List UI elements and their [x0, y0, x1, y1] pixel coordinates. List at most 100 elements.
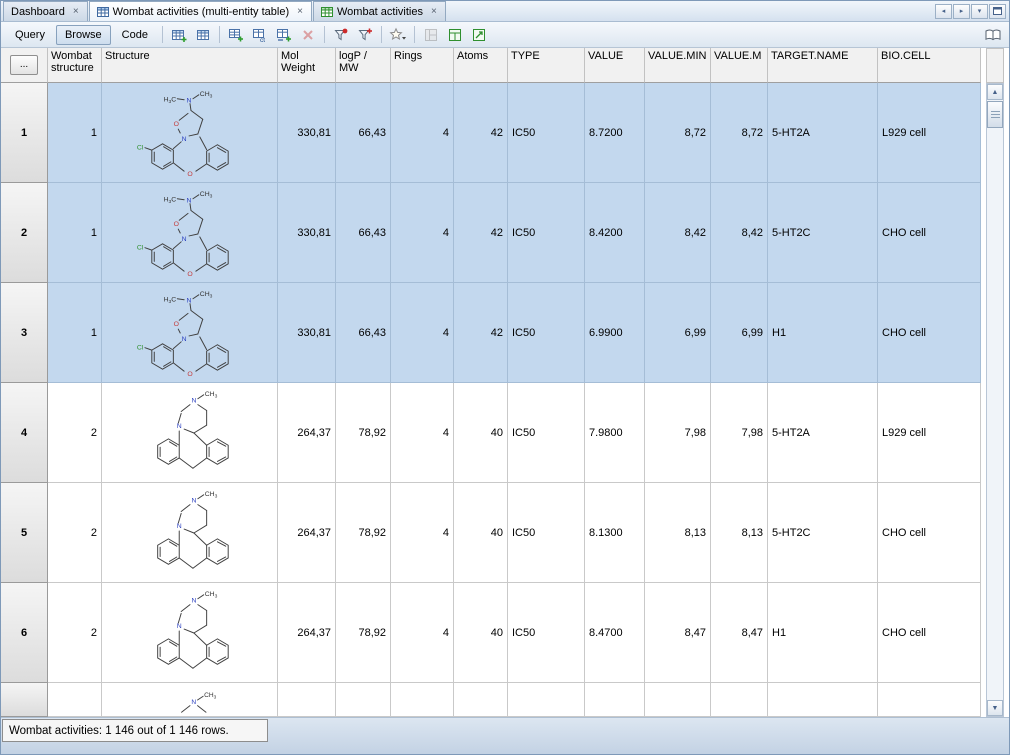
cell-type[interactable]: IC50: [508, 183, 585, 283]
cell-wombat-structure[interactable]: 2: [48, 383, 102, 483]
table-row[interactable]: 1 1 330,81 66,43 4 42 IC50 8.7200 8,72 8…: [1, 83, 981, 183]
cell-target-name[interactable]: H1: [768, 583, 878, 683]
cell-target-name[interactable]: [768, 683, 878, 717]
column-header-atoms[interactable]: Atoms: [454, 48, 508, 83]
cell-value[interactable]: 8.7200: [585, 83, 645, 183]
column-header-logp-mw[interactable]: logP / MW: [336, 48, 391, 83]
cell-value-min[interactable]: 8,13: [645, 483, 711, 583]
column-header-structure[interactable]: Structure: [102, 48, 278, 83]
column-header-value[interactable]: VALUE: [585, 48, 645, 83]
column-header-mol-weight[interactable]: Mol Weight: [278, 48, 336, 83]
scroll-tabs-left-icon[interactable]: ◂: [935, 3, 952, 19]
table-row[interactable]: 2 1 330,81 66,43 4 42 IC50 8.4200 8,42 8…: [1, 183, 981, 283]
row-header[interactable]: 5: [1, 483, 48, 583]
cell-value[interactable]: 8.1300: [585, 483, 645, 583]
maximize-window-icon[interactable]: [989, 3, 1006, 19]
cell-mol-weight[interactable]: 264,37: [278, 583, 336, 683]
column-header-value-min[interactable]: VALUE.MIN: [645, 48, 711, 83]
column-header-bio-cell[interactable]: BIO.CELL: [878, 48, 981, 83]
cell-logp-mw[interactable]: 66,43: [336, 183, 391, 283]
cell-type[interactable]: IC50: [508, 483, 585, 583]
cell-value[interactable]: 7.9800: [585, 383, 645, 483]
cell-target-name[interactable]: 5-HT2C: [768, 483, 878, 583]
cell-bio-cell[interactable]: [878, 683, 981, 717]
cell-atoms[interactable]: [454, 683, 508, 717]
cell-target-name[interactable]: 5-HT2C: [768, 183, 878, 283]
cell-value-max[interactable]: 6,99: [711, 283, 768, 383]
cell-value-max[interactable]: [711, 683, 768, 717]
close-icon[interactable]: ×: [296, 6, 304, 17]
close-icon[interactable]: ×: [72, 6, 80, 17]
cell-rings[interactable]: 4: [391, 383, 454, 483]
row-header[interactable]: 1: [1, 83, 48, 183]
cell-structure[interactable]: [102, 83, 278, 183]
tab-dashboard[interactable]: Dashboard ×: [3, 1, 88, 21]
cell-bio-cell[interactable]: CHO cell: [878, 583, 981, 683]
cell-mol-weight[interactable]: 330,81: [278, 83, 336, 183]
cell-atoms[interactable]: 40: [454, 483, 508, 583]
cell-target-name[interactable]: 5-HT2A: [768, 83, 878, 183]
add-row-icon[interactable]: [225, 24, 247, 45]
cell-wombat-structure[interactable]: 2: [48, 483, 102, 583]
column-header-wombat-structure[interactable]: Wombat structure: [48, 48, 102, 83]
cell-value[interactable]: 6.9900: [585, 283, 645, 383]
add-filter-icon[interactable]: [354, 24, 376, 45]
cell-value-max[interactable]: 8,47: [711, 583, 768, 683]
cell-wombat-structure[interactable]: [48, 683, 102, 717]
cell-target-name[interactable]: H1: [768, 283, 878, 383]
favorites-star-icon[interactable]: [387, 24, 409, 45]
cell-value-min[interactable]: 6,99: [645, 283, 711, 383]
tab-wombat-multi-entity-table[interactable]: Wombat activities (multi-entity table) ×: [88, 1, 312, 21]
column-header-target-name[interactable]: TARGET.NAME: [768, 48, 878, 83]
show-table-icon[interactable]: [192, 24, 214, 45]
table-ct-icon[interactable]: ct: [249, 24, 271, 45]
browse-mode-button[interactable]: Browse: [55, 24, 111, 45]
cell-value-min[interactable]: 8,42: [645, 183, 711, 283]
cell-type[interactable]: IC50: [508, 283, 585, 383]
table-row[interactable]: 3 1 330,81 66,43 4 42 IC50 6.9900 6,99 6…: [1, 283, 981, 383]
cell-type[interactable]: IC50: [508, 583, 585, 683]
column-header-rings[interactable]: Rings: [391, 48, 454, 83]
cell-bio-cell[interactable]: CHO cell: [878, 483, 981, 583]
table-row[interactable]: 4 2 264,37 78,92 4 40 IC50 7.9800 7,98 7…: [1, 383, 981, 483]
cell-logp-mw[interactable]: 66,43: [336, 83, 391, 183]
cell-atoms[interactable]: 40: [454, 383, 508, 483]
cell-rings[interactable]: 4: [391, 583, 454, 683]
cell-logp-mw[interactable]: 78,92: [336, 383, 391, 483]
cell-structure[interactable]: [102, 283, 278, 383]
scrollbar-thumb[interactable]: [987, 101, 1003, 128]
cell-rings[interactable]: 4: [391, 183, 454, 283]
cell-value-min[interactable]: 8,47: [645, 583, 711, 683]
cell-mol-weight[interactable]: 330,81: [278, 283, 336, 383]
query-mode-button[interactable]: Query: [6, 25, 54, 45]
delete-row-icon[interactable]: [297, 24, 319, 45]
cell-value-max[interactable]: 8,13: [711, 483, 768, 583]
row-header[interactable]: 3: [1, 283, 48, 383]
cell-atoms[interactable]: 40: [454, 583, 508, 683]
cell-value-min[interactable]: 8,72: [645, 83, 711, 183]
cell-structure[interactable]: [102, 483, 278, 583]
cell-structure[interactable]: [102, 383, 278, 483]
cell-structure[interactable]: [102, 583, 278, 683]
cell-value-min[interactable]: [645, 683, 711, 717]
table-row[interactable]: 5 2 264,37 78,92 4 40 IC50 8.1300 8,13 8…: [1, 483, 981, 583]
cell-rings[interactable]: [391, 683, 454, 717]
scroll-down-icon[interactable]: ▼: [987, 700, 1003, 716]
cell-wombat-structure[interactable]: 1: [48, 283, 102, 383]
cell-type[interactable]: IC50: [508, 383, 585, 483]
cell-rings[interactable]: 4: [391, 483, 454, 583]
cell-type[interactable]: IC50: [508, 83, 585, 183]
form-view-icon[interactable]: [420, 24, 442, 45]
table-append-icon[interactable]: [273, 24, 295, 45]
cell-atoms[interactable]: 42: [454, 83, 508, 183]
cell-wombat-structure[interactable]: 1: [48, 183, 102, 283]
filter-icon[interactable]: [330, 24, 352, 45]
cell-structure[interactable]: [102, 183, 278, 283]
cell-target-name[interactable]: 5-HT2A: [768, 383, 878, 483]
column-header-value-max[interactable]: VALUE.M: [711, 48, 768, 83]
cell-rings[interactable]: 4: [391, 83, 454, 183]
row-header[interactable]: [1, 683, 48, 717]
column-chooser-button[interactable]: ...: [10, 55, 38, 75]
cell-rings[interactable]: 4: [391, 283, 454, 383]
column-header-type[interactable]: TYPE: [508, 48, 585, 83]
